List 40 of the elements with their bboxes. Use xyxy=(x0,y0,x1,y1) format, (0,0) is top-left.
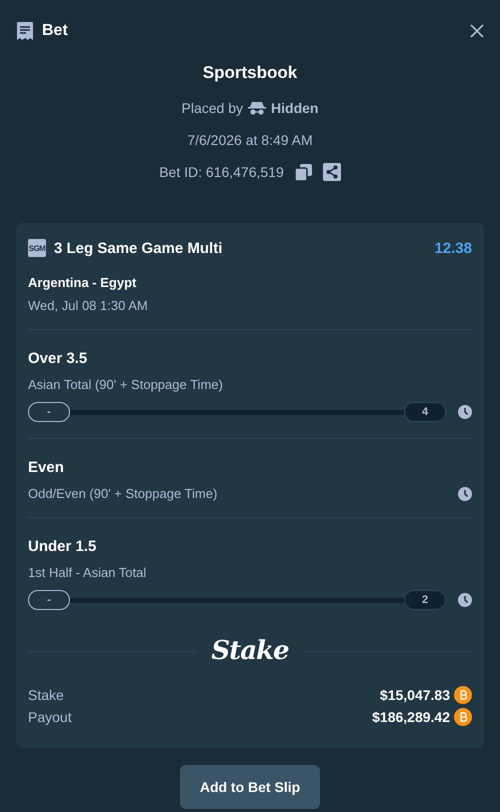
bet-title: 3 Leg Same Game Multi xyxy=(54,240,222,256)
bitcoin-icon xyxy=(454,686,472,704)
add-to-bet-slip-button[interactable]: Add to Bet Slip xyxy=(180,765,320,809)
share-button[interactable] xyxy=(322,163,341,181)
total-amount: $186,289.42 xyxy=(372,709,450,725)
stake-logo: Stake xyxy=(211,636,289,666)
sportsbook-title: Sportsbook xyxy=(202,63,298,84)
odds: 12.38 xyxy=(434,240,472,256)
receipt-icon xyxy=(16,20,34,40)
placed-date: 7/6/2026 at 8:49 AM xyxy=(187,131,313,150)
copy-icon xyxy=(294,164,312,180)
selection-name: Under 1.5 xyxy=(28,538,98,555)
user-name: Hidden xyxy=(271,100,318,116)
dialog-title: Bet xyxy=(42,22,68,40)
selection-name: Even xyxy=(28,459,65,476)
selection-name: Over 3.5 xyxy=(28,350,88,367)
market-name: 1st Half - Asian Total xyxy=(28,565,148,580)
clock-icon xyxy=(458,486,472,500)
target-count: 2 xyxy=(404,590,446,610)
placed-by-label: Placed by xyxy=(182,100,244,116)
market-name: Odd/Even (90' + Stoppage Time) xyxy=(28,486,218,501)
clock-icon xyxy=(458,593,472,607)
close-icon xyxy=(470,24,484,38)
current-count: - xyxy=(28,402,70,422)
sgm-badge: SGM xyxy=(28,239,46,257)
clock-icon xyxy=(458,405,472,419)
total-amount: $15,047.83 xyxy=(380,687,450,703)
bitcoin-icon xyxy=(454,708,472,726)
current-count: - xyxy=(28,590,70,610)
incognito-icon xyxy=(248,101,266,115)
target-count: 4 xyxy=(404,402,446,422)
bet-id: Bet ID: 616,476,519 xyxy=(159,164,284,180)
copy-button[interactable] xyxy=(294,164,312,180)
market-name: Asian Total (90' + Stoppage Time) xyxy=(28,377,224,392)
event-name: Argentina - Egypt xyxy=(28,275,138,290)
total-label: Stake xyxy=(28,687,64,703)
total-label: Payout xyxy=(28,709,72,725)
share-icon xyxy=(322,163,341,181)
event-time: Wed, Jul 08 1:30 AM xyxy=(28,298,149,313)
close-button[interactable] xyxy=(470,24,484,38)
